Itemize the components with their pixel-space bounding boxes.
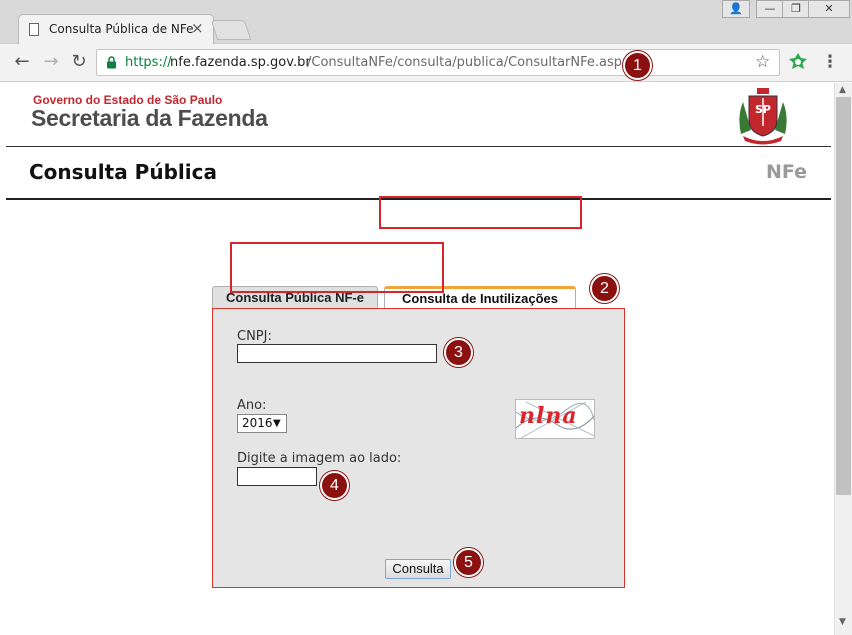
maximize-button[interactable]: ❐ <box>782 0 810 18</box>
lock-icon <box>107 56 116 69</box>
sao-paulo-crest-icon: SP <box>739 88 787 145</box>
svg-text:SP: SP <box>755 103 771 116</box>
close-window-button[interactable]: ✕ <box>808 0 850 18</box>
ano-selected-value: 2016 <box>242 416 273 430</box>
consulta-button[interactable]: Consulta <box>385 559 451 579</box>
scroll-thumb[interactable] <box>836 97 851 495</box>
page-title: Consulta Pública <box>29 160 217 184</box>
back-button[interactable]: ← <box>9 49 35 75</box>
url-scheme: https:// <box>125 55 172 70</box>
user-icon[interactable]: 👤 <box>722 0 750 18</box>
reload-button[interactable]: ↻ <box>66 49 92 75</box>
step-marker-5: 5 <box>454 548 483 577</box>
browser-tab[interactable]: Consulta Pública de NFe × <box>18 14 214 45</box>
extension-icon[interactable] <box>788 52 808 72</box>
cnpj-input[interactable] <box>237 344 437 363</box>
browser-title-bar: Consulta Pública de NFe × 👤 — ❐ ✕ <box>0 0 852 45</box>
highlight-box-tab <box>379 196 582 229</box>
url-host: nfe.fazenda.sp.gov.br <box>170 55 311 70</box>
ano-select[interactable]: 2016 ▼ <box>237 414 287 433</box>
page-content: Governo do Estado de São Paulo Secretari… <box>0 83 834 635</box>
forward-button[interactable]: → <box>38 49 64 75</box>
scroll-up-icon[interactable]: ▲ <box>839 85 846 95</box>
step-marker-1: 1 <box>623 51 652 80</box>
inutilizacao-form-panel: CNPJ: Ano: 2016 ▼ nlna Digite a imagem a… <box>212 308 625 588</box>
nfe-label: NFe <box>766 161 807 183</box>
close-tab-icon[interactable]: × <box>191 19 204 37</box>
browser-menu-icon[interactable]: ⋮ <box>820 51 840 75</box>
highlight-box-cnpj <box>230 242 444 293</box>
captcha-text: nlna <box>519 403 578 429</box>
url-path: /ConsultaNFe/consulta/publica/ConsultarN… <box>307 55 630 70</box>
browser-toolbar: ← → ↻ https:// nfe.fazenda.sp.gov.br /Co… <box>0 44 852 82</box>
page-scrollbar[interactable]: ▲ ▼ <box>834 83 852 635</box>
minimize-button[interactable]: — <box>756 0 784 18</box>
secretaria-logo-text: Secretaria da Fazenda <box>31 105 268 131</box>
captcha-image: nlna <box>515 399 595 439</box>
page-icon <box>29 23 39 36</box>
bookmark-star-icon[interactable]: ☆ <box>755 52 770 72</box>
step-marker-3: 3 <box>444 338 473 367</box>
cnpj-label: CNPJ: <box>237 329 272 344</box>
step-marker-4: 4 <box>320 471 349 500</box>
step-marker-2: 2 <box>590 274 619 303</box>
header-divider <box>6 146 831 147</box>
dropdown-arrow-icon: ▼ <box>273 418 281 429</box>
captcha-label: Digite a imagem ao lado: <box>237 451 402 466</box>
address-bar[interactable]: https:// nfe.fazenda.sp.gov.br /Consulta… <box>96 49 780 76</box>
ano-label: Ano: <box>237 398 267 413</box>
new-tab-button[interactable] <box>210 20 252 40</box>
tab-title: Consulta Pública de NFe <box>49 22 194 36</box>
captcha-input[interactable] <box>237 467 317 486</box>
scroll-down-icon[interactable]: ▼ <box>839 617 846 627</box>
